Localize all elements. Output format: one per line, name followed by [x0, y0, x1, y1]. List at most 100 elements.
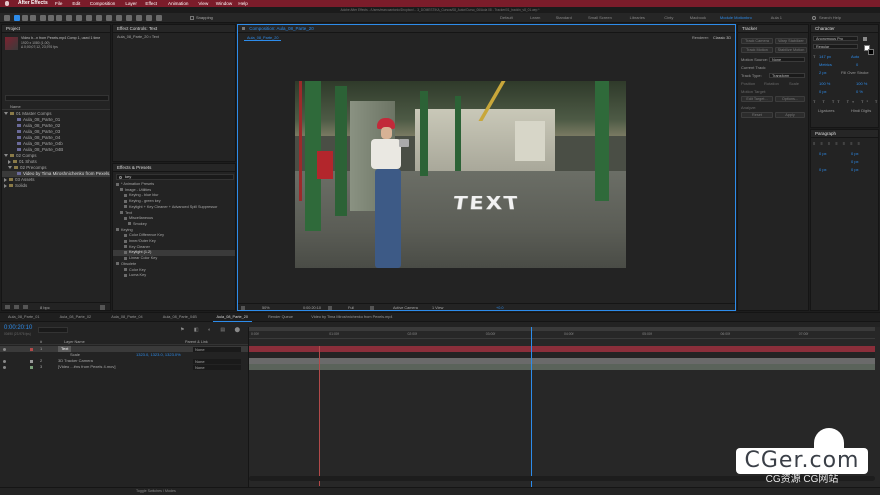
timeline-tab[interactable]: Aula_08_Parte_20 [212, 313, 252, 322]
effects-search-input[interactable]: key [116, 174, 234, 180]
menu-edit[interactable]: Edit [72, 0, 80, 7]
project-item[interactable]: Aula_08_Parte_04B [2, 147, 110, 153]
roto-tool-icon[interactable] [146, 15, 152, 21]
baseline-shift-value[interactable]: 0 px [819, 89, 827, 94]
position-checkbox[interactable]: Position [741, 81, 755, 86]
effects-item[interactable]: Keying - blue blur [113, 193, 235, 199]
motion-source-select[interactable]: None [769, 56, 805, 62]
parent-select[interactable]: None [193, 346, 241, 352]
project-item[interactable]: Video by Tima Miroshnichenko from Pexels… [2, 171, 110, 177]
disclosure-triangle-icon[interactable] [4, 183, 7, 188]
composition-tab[interactable]: Composition: Aula_08_Parte_20 [249, 26, 314, 31]
options-button[interactable]: Options... [775, 96, 805, 102]
col-parent[interactable]: Parent & Link [185, 339, 208, 345]
disclosure-triangle-icon[interactable] [4, 112, 8, 116]
effects-item[interactable]: Keylight (1.2) [113, 250, 235, 256]
font-style-select[interactable]: Regular [813, 44, 858, 49]
label-color-swatch[interactable] [30, 365, 33, 369]
lock-icon[interactable] [242, 27, 245, 30]
project-search-input[interactable] [5, 95, 109, 101]
eraser-tool-icon[interactable] [136, 15, 142, 21]
visibility-eye-icon[interactable] [3, 359, 6, 363]
new-comp-icon[interactable] [23, 305, 28, 309]
workspace-aula-1[interactable]: Aula 1 [771, 13, 782, 22]
stroke-type-select[interactable]: Fill Over Stroke [841, 70, 869, 75]
vertical-scale-value[interactable]: 100 % [819, 81, 830, 86]
active-camera-value[interactable]: Active Camera [393, 304, 418, 312]
always-preview-icon[interactable] [241, 306, 245, 310]
indent-right-value[interactable]: 0 px [851, 151, 859, 156]
faux-styles[interactable]: T T TT Tт T¹ T₁ [813, 99, 880, 104]
effects-item[interactable]: Inner/Outer Key [113, 239, 235, 245]
resolution-value[interactable]: Full [348, 304, 354, 312]
rotation-checkbox[interactable]: Rotation [764, 81, 779, 86]
trash-icon[interactable] [100, 305, 105, 310]
project-item[interactable]: Solids [2, 183, 110, 189]
track-type-select[interactable]: Transform [769, 72, 805, 78]
apply-button[interactable]: Apply [775, 112, 805, 118]
project-item[interactable]: 03 Assets [2, 177, 110, 183]
search-help-input[interactable]: Search Help [819, 13, 841, 23]
project-item[interactable]: 01 Shots [2, 159, 110, 165]
label-color-swatch[interactable] [30, 359, 33, 363]
effect-controls-tab[interactable]: Effect Controls: Text [113, 25, 235, 33]
mask-tool-icon[interactable] [86, 15, 92, 21]
effects-item[interactable]: Key Cleaner [113, 245, 235, 251]
playhead[interactable] [530, 327, 532, 487]
region-of-interest-icon[interactable] [370, 306, 374, 310]
ligatures-checkbox[interactable]: Ligatures [818, 108, 834, 113]
timeline-search-input[interactable] [38, 327, 68, 333]
workspace-small-screen[interactable]: Small Screen [588, 13, 612, 22]
font-family-select[interactable]: Anonymous Pro [813, 36, 858, 41]
indent-first-value[interactable]: 0 px [851, 159, 859, 164]
menu-layer[interactable]: Layer [125, 0, 137, 7]
space-after-value[interactable]: 0 px [851, 167, 859, 172]
space-before-value[interactable]: 0 px [819, 167, 827, 172]
workspace-default[interactable]: Default [500, 13, 513, 22]
footer-timecode[interactable]: 0:00:20:10 [303, 304, 321, 312]
stabilize-motion-button[interactable]: Stabilize Motion [775, 47, 807, 53]
orbit-tool-icon[interactable] [40, 15, 46, 21]
label-color-swatch[interactable] [30, 347, 33, 351]
menu-composition[interactable]: Composition [90, 0, 116, 7]
composition-overlay-text[interactable]: TEXT [451, 193, 522, 214]
timeline-tab[interactable]: Aula_08_Parte_04B [159, 313, 201, 322]
parent-select[interactable]: None [193, 358, 241, 364]
effects-item[interactable]: Image - Utilities [113, 188, 235, 194]
track-motion-button[interactable]: Track Motion [741, 47, 773, 53]
menu-window[interactable]: Window [216, 0, 232, 7]
disclosure-triangle-icon[interactable] [4, 177, 7, 182]
disclosure-triangle-icon[interactable] [8, 159, 11, 164]
pan-tool-icon[interactable] [48, 15, 54, 21]
parent-select[interactable]: None [193, 364, 241, 370]
menu-view[interactable]: View [198, 0, 208, 7]
eyedropper-icon[interactable] [863, 37, 867, 41]
effects-item[interactable]: Miscellaneous [113, 216, 235, 222]
bpc-label[interactable]: 8 bpc [40, 303, 50, 312]
zoom-tool-icon[interactable] [30, 15, 36, 21]
search-help-icon[interactable] [812, 16, 816, 20]
menu-help[interactable]: Help [238, 0, 247, 7]
pen-tool-icon[interactable] [96, 15, 102, 21]
workspace-learn[interactable]: Learn [530, 13, 540, 22]
timeline-layer-row[interactable]: 3 [Video ...ëns from Pexels 4.mov] None [0, 364, 248, 370]
exposure-value[interactable]: +0.0 [496, 304, 504, 312]
disclosure-triangle-icon[interactable] [4, 154, 8, 158]
workspace-standard[interactable]: Standard [556, 13, 572, 22]
project-item[interactable]: Aula_08_Parte_02 [2, 123, 110, 129]
project-item[interactable]: 01 Master Comps [2, 111, 110, 117]
new-folder-icon[interactable] [14, 305, 19, 309]
views-value[interactable]: 1 View [432, 304, 443, 312]
scale-checkbox[interactable]: Scale [789, 81, 799, 86]
paragraph-tab[interactable]: Paragraph [811, 130, 878, 138]
anchor-tool-icon[interactable] [76, 15, 82, 21]
col-layer-name[interactable]: Layer Name [64, 339, 85, 345]
stroke-width-value[interactable]: 2 px [819, 70, 827, 75]
interpret-footage-icon[interactable] [5, 305, 10, 309]
align-buttons[interactable]: ≡ ≡ ≡ ≡ ≡ ≡ ≡ [813, 141, 862, 146]
video-layer-bar[interactable] [249, 364, 875, 370]
toggle-switches-modes[interactable]: Toggle Switches / Modes [136, 489, 176, 493]
effects-item[interactable]: Keying - green key [113, 199, 235, 205]
app-name[interactable]: After Effects [18, 0, 48, 7]
track-camera-button[interactable]: Track Camera [741, 38, 773, 44]
